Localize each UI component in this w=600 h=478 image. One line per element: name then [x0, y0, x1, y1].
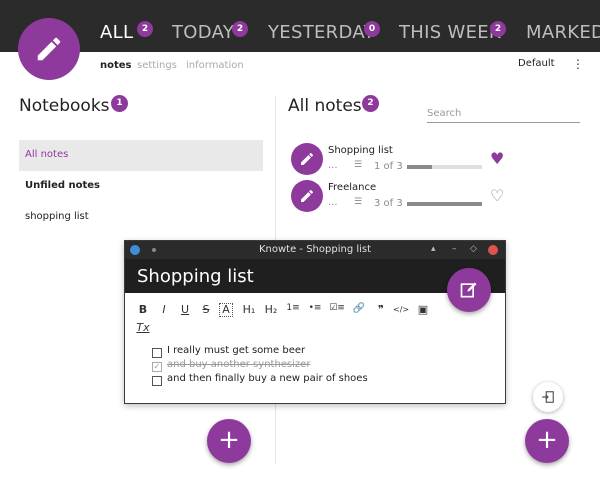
notebook-item-unfiled[interactable]: Unfiled notes — [25, 180, 100, 191]
pencil-icon — [301, 189, 314, 202]
app-logo — [18, 18, 80, 80]
favorite-heart-icon[interactable]: ♥ — [490, 149, 504, 168]
link-button[interactable]: 🔗 — [351, 303, 367, 314]
more-menu-icon[interactable]: ⋮ — [572, 57, 584, 71]
notebooks-title: Notebooks — [19, 96, 110, 116]
note-editor-window: Knowte - Shopping list ▴ – ◇ Shopping li… — [124, 240, 506, 404]
notebook-item-label: All notes — [25, 149, 69, 160]
checklist-icon: ☰ — [354, 160, 363, 170]
image-button[interactable]: ▣ — [415, 303, 431, 316]
favorite-heart-outline-icon[interactable]: ♡ — [490, 186, 504, 205]
tab-marked[interactable]: MARKED — [526, 22, 600, 43]
minimize-icon[interactable]: – — [452, 244, 457, 254]
tab-yesterday[interactable]: YESTERDAY — [268, 22, 375, 43]
subnav-settings[interactable]: settings — [137, 60, 177, 71]
checklist-icon: ☰ — [354, 197, 363, 207]
close-icon[interactable] — [488, 245, 498, 255]
tab-today-count-badge: 2 — [232, 21, 248, 37]
note-preview: ... — [328, 160, 338, 171]
notebook-item-all-notes[interactable]: All notes — [19, 140, 263, 171]
checkbox-checked[interactable]: ✓ — [152, 362, 162, 372]
note-title-shopping-list[interactable]: Shopping list — [328, 145, 393, 156]
checklist-button[interactable]: ☑≡ — [329, 303, 345, 313]
note-title-freelance[interactable]: Freelance — [328, 182, 376, 193]
window-title: Knowte - Shopping list — [258, 244, 372, 255]
clear-format-button[interactable]: Tx — [135, 321, 151, 334]
underline-button[interactable]: U — [177, 303, 193, 316]
note-avatar[interactable] — [291, 180, 323, 212]
strikethrough-button[interactable]: S — [198, 303, 214, 316]
editor-note-title[interactable]: Shopping list — [137, 266, 254, 287]
all-notes-count-badge: 2 — [362, 95, 379, 112]
search-input[interactable]: Search — [427, 108, 580, 123]
notebooks-count-badge: 1 — [111, 95, 128, 112]
note-progress-fill — [407, 165, 432, 169]
code-button[interactable]: </> — [393, 303, 409, 317]
tab-all-count-badge: 2 — [137, 21, 153, 37]
bullet-list-button[interactable]: •≡ — [307, 303, 323, 313]
keep-above-icon[interactable]: ▴ — [431, 244, 436, 254]
pencil-icon — [37, 37, 61, 61]
tab-yesterday-count-badge: 0 — [364, 21, 380, 37]
add-notebook-button[interactable]: + — [207, 419, 251, 463]
checkbox[interactable] — [152, 376, 162, 386]
checklist-item-done[interactable]: and buy another synthesizer — [167, 359, 310, 370]
notebook-item-shopping-list[interactable]: shopping list — [25, 211, 89, 222]
checkbox[interactable] — [152, 348, 162, 358]
pencil-icon — [301, 152, 314, 165]
checklist-item[interactable]: and then finally buy a new pair of shoes — [167, 373, 368, 384]
subnav-notes[interactable]: notes — [100, 60, 132, 71]
note-progress-text: 3 of 3 — [374, 198, 403, 209]
highlight-button[interactable]: A — [219, 303, 233, 317]
window-titlebar[interactable]: Knowte - Shopping list ▴ – ◇ — [125, 241, 505, 259]
exit-icon — [542, 391, 554, 403]
checklist-item[interactable]: I really must get some beer — [167, 345, 305, 356]
sort-dropdown[interactable]: Default — [518, 58, 555, 69]
note-progress-bar — [407, 165, 482, 169]
italic-button[interactable]: I — [156, 303, 172, 316]
maximize-icon[interactable]: ◇ — [470, 244, 477, 254]
tab-this-week-count-badge: 2 — [490, 21, 506, 37]
bold-button[interactable]: B — [135, 303, 151, 316]
tab-all[interactable]: ALL — [100, 22, 133, 43]
subnav-information[interactable]: information — [186, 60, 244, 71]
edit-note-button[interactable] — [447, 268, 491, 312]
note-progress-fill — [407, 202, 482, 206]
top-tab-bar: ALL 2 TODAY 2 YESTERDAY 0 THIS WEEK 2 MA… — [0, 0, 600, 52]
note-progress-bar — [407, 202, 482, 206]
note-avatar[interactable] — [291, 143, 323, 175]
numbered-list-button[interactable]: 1≡ — [285, 303, 301, 313]
tab-this-week[interactable]: THIS WEEK — [399, 22, 501, 43]
add-note-button[interactable]: + — [525, 419, 569, 463]
note-preview: ... — [328, 197, 338, 208]
all-notes-title: All notes — [288, 96, 362, 116]
heading1-button[interactable]: H₁ — [241, 303, 257, 316]
note-progress-text: 1 of 3 — [374, 161, 403, 172]
heading2-button[interactable]: H₂ — [263, 303, 279, 316]
edit-square-icon — [460, 282, 477, 298]
quote-button[interactable]: ❞ — [373, 303, 389, 316]
tab-today[interactable]: TODAY — [172, 22, 234, 43]
exit-button[interactable] — [533, 382, 563, 412]
